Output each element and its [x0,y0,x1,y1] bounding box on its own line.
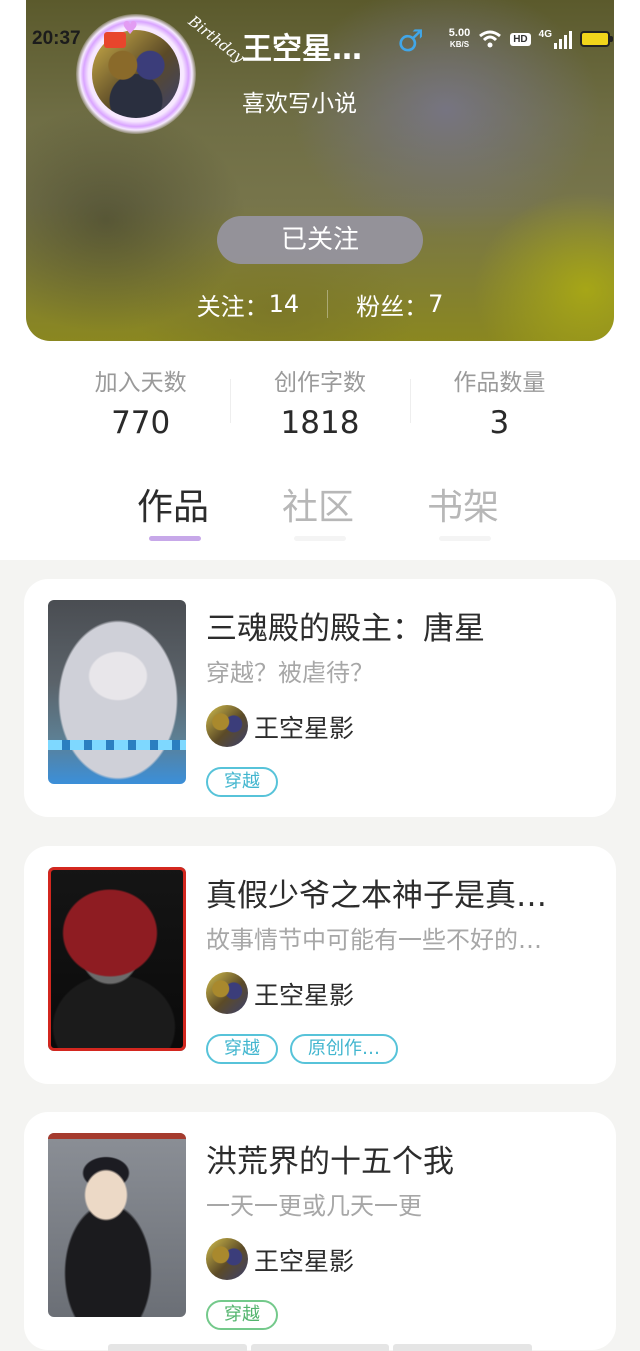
heart-icon: ♥ [122,18,139,39]
tab-indicator [439,536,491,541]
stats-card: 加入天数 770 创作字数 1818 作品数量 3 [51,341,589,463]
author-name: 王空星影 [254,714,355,743]
follow-stats: 关注： 14 粉丝： 7 [26,284,614,324]
male-icon: ♂ [397,24,424,59]
following-stat[interactable]: 关注： 14 [197,287,300,322]
profile-username: 王空星… [242,32,362,67]
stat-label: 作品数量 [453,370,546,396]
wifi-icon [479,30,502,48]
content-tabs: 作品 社区 书架 [0,478,640,548]
bottom-bar-segment [250,1344,390,1351]
tab-active-indicator [149,536,201,541]
tag[interactable]: 穿越 [206,767,278,797]
stats-divider [327,290,329,318]
tab-bookshelf[interactable]: 书架 [427,478,499,530]
tab-indicator [294,536,346,541]
stat-label: 创作字数 [273,370,366,396]
work-description: 穿越？被虐待？ [206,659,374,687]
work-title: 洪荒界的十五个我 [206,1144,454,1180]
tag[interactable]: 穿越 [206,1300,278,1330]
status-bar-icons: 5.00 KB/S HD 4G [448,26,613,52]
author-avatar [206,705,248,747]
bottom-bar-segment [108,1344,247,1351]
tag-row: 穿越 [206,1300,278,1330]
author-avatar [206,972,248,1014]
work-card[interactable]: 真假少爷之本神子是真… 故事情节中可能有一些不好的… 王空星影 穿越 原创作… [24,846,616,1084]
following-label: 关注： [196,292,269,321]
stat-value: 770 [111,405,171,441]
tag-row: 穿越 [206,767,278,797]
fans-label: 粉丝： [356,292,429,321]
work-cover-image[interactable] [48,1133,186,1317]
stat-label: 加入天数 [94,370,187,396]
profile-bio: 喜欢写小说 [242,91,357,117]
avatar[interactable]: ♥ Birthday [70,6,248,134]
author-name: 王空星影 [254,1247,355,1276]
work-title: 真假少爷之本神子是真… [206,878,547,914]
network-speed: 5.00 KB/S [448,27,471,50]
author-name: 王空星影 [254,981,355,1010]
work-card[interactable]: 三魂殿的殿主：唐星 穿越？被虐待？ 王空星影 穿越 [24,579,616,817]
work-cover-image[interactable] [48,867,186,1051]
tag-row: 穿越 原创作… [206,1034,398,1064]
work-description: 一天一更或几天一更 [206,1192,422,1220]
hd-icon: HD [510,32,531,46]
work-cover-image[interactable] [48,600,186,784]
stat-value: 1818 [280,405,360,441]
work-card[interactable]: 洪荒界的十五个我 一天一更或几天一更 王空星影 穿越 [24,1112,616,1350]
battery-icon [580,31,613,47]
stat-work-count: 作品数量 3 [409,363,589,441]
fans-stat[interactable]: 粉丝： 7 [356,287,443,322]
tag[interactable]: 穿越 [206,1034,278,1064]
tag[interactable]: 原创作… [290,1034,398,1064]
tab-works[interactable]: 作品 [137,478,209,530]
following-count: 14 [268,290,300,318]
follow-button[interactable]: 已关注 [217,216,423,264]
work-title: 三魂殿的殿主：唐星 [206,611,485,647]
stat-value: 3 [489,405,510,441]
stat-word-count: 创作字数 1818 [230,363,409,441]
author-avatar [206,1238,248,1280]
bottom-bar-segment [393,1344,533,1351]
stat-join-days: 加入天数 770 [51,363,230,441]
tab-community[interactable]: 社区 [282,478,354,530]
fans-count: 7 [428,290,444,318]
signal-icon: 4G [539,29,572,49]
work-description: 故事情节中可能有一些不好的… [206,926,542,954]
bottom-bar-edge [108,1344,533,1351]
